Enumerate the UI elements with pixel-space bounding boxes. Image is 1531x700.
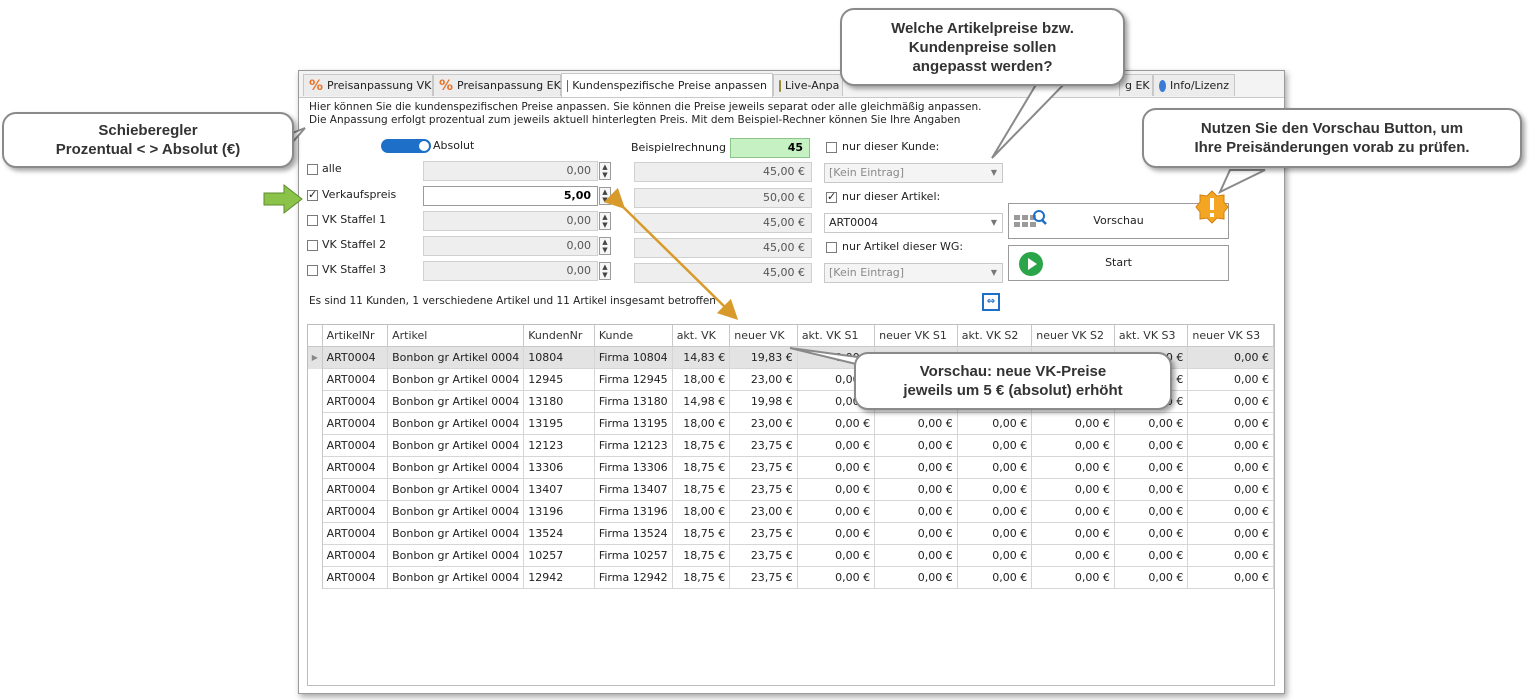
annotation-overlay bbox=[249, 77, 1266, 367]
callout-slider: Schieberegler Prozentual < > Absolut (€) bbox=[2, 112, 294, 168]
callout-preview-result: Vorschau: neue VK-Preise jeweils um 5 € (… bbox=[854, 352, 1172, 410]
pointer-arrow-icon bbox=[263, 183, 303, 215]
callout-which-prices: Welche Artikelpreise bzw. Kundenpreise so… bbox=[840, 8, 1125, 86]
callout-tail bbox=[1217, 169, 1266, 195]
callout-preview-hint: Nutzen Sie den Vorschau Button, um Ihre P… bbox=[1142, 108, 1522, 168]
double-arrow-icon bbox=[603, 187, 739, 321]
callout-tail bbox=[991, 77, 1073, 159]
warning-icon bbox=[1195, 190, 1229, 224]
